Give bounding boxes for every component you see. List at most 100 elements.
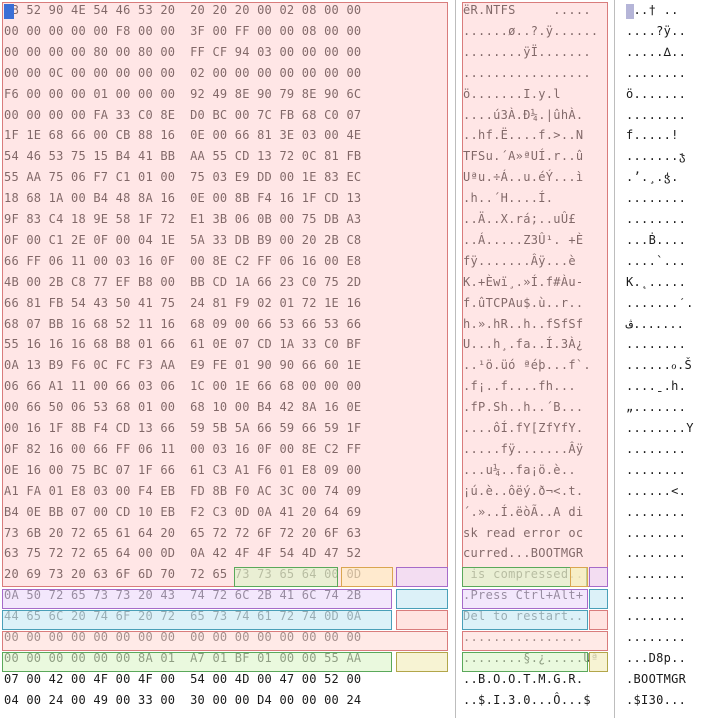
hex-row[interactable]: 55 16 16 16 68 B8 01 66 61 0E 07 CD 1A 3… xyxy=(0,334,452,355)
ascii-row[interactable]: ..¹ö.üó ªéþ...f`. xyxy=(458,355,610,376)
hex-row[interactable]: 00 00 00 00 00 00 00 00 00 00 00 00 00 0… xyxy=(0,627,452,648)
ascii-row[interactable]: .....fÿ.......Âÿ xyxy=(458,439,610,460)
alt-decode-row[interactable]: ...D8p.. xyxy=(618,648,723,669)
hex-row[interactable]: 55 AA 75 06 F7 C1 01 00 75 03 E9 DD 00 1… xyxy=(0,167,452,188)
hex-row[interactable]: 0F 00 C1 2E 0F 00 04 1E 5A 33 DB B9 00 2… xyxy=(0,230,452,251)
ascii-row[interactable]: ................. xyxy=(458,63,610,84)
alt-decode-row[interactable]: .BOOTMGR xyxy=(618,669,723,690)
ascii-row[interactable]: ..B.O.O.T.M.G.R. xyxy=(458,669,610,690)
hex-row[interactable]: 18 68 1A 00 B4 48 8A 16 0E 00 8B F4 16 1… xyxy=(0,188,452,209)
ascii-row[interactable]: ....ú3À.Ð¼.|ûhÀ. xyxy=(458,105,610,126)
ascii-row[interactable]: .f¡..f....fh... xyxy=(458,376,610,397)
ascii-row[interactable]: Uªu.÷Á..u.éÝ...ì xyxy=(458,167,610,188)
ascii-row[interactable]: ...u¼..fa¡ö.è.. xyxy=(458,460,610,481)
ascii-row[interactable]: ..$.I.3.0...Ô...$ xyxy=(458,690,610,711)
ascii-row[interactable]: fÿ.......Âÿ...è xyxy=(458,251,610,272)
alt-decode-row[interactable]: ........ xyxy=(618,543,723,564)
ascii-row[interactable]: h.».hR..h..fSfSf xyxy=(458,314,610,335)
alt-decode-row[interactable]: .$I30... xyxy=(618,690,723,711)
hex-row[interactable]: 63 75 72 72 65 64 00 0D 0A 42 4F 4F 54 4… xyxy=(0,543,452,564)
ascii-row[interactable]: f.ûTCPAu$.ù..r.. xyxy=(458,293,610,314)
alt-decode-row[interactable]: ........ xyxy=(618,63,723,84)
hex-row[interactable]: 54 46 53 75 15 B4 41 BB AA 55 CD 13 72 0… xyxy=(0,146,452,167)
alt-decode-row[interactable]: ........ xyxy=(618,564,723,585)
ascii-row[interactable]: ´.»..Í.ëòÃ..A di xyxy=(458,502,610,523)
alt-decode-row[interactable]: ......<. xyxy=(618,481,723,502)
ascii-row[interactable]: .fP.Sh..h..´B... xyxy=(458,397,610,418)
alt-decode-row[interactable]: .....∆.. xyxy=(618,42,723,63)
ascii-row[interactable]: ö.......I.y.l xyxy=(458,84,610,105)
alt-decode-row[interactable]: .ʼ.¸.ჭ. xyxy=(618,167,723,188)
hex-row[interactable]: 0E 16 00 75 BC 07 1F 66 61 C3 A1 F6 01 E… xyxy=(0,460,452,481)
ascii-row[interactable]: ................ xyxy=(458,627,610,648)
hex-row[interactable]: 66 81 FB 54 43 50 41 75 24 81 F9 02 01 7… xyxy=(0,293,452,314)
hex-row[interactable]: EB 52 90 4E 54 46 53 20 20 20 20 00 02 0… xyxy=(0,0,452,21)
alt-decode-row[interactable]: ....?ÿ.. xyxy=(618,21,723,42)
ascii-row[interactable]: is compressed.. xyxy=(458,564,610,585)
ascii-row[interactable]: .Press Ctrl+Alt+ xyxy=(458,585,610,606)
alt-decode-row[interactable]: ...Ḃ.... xyxy=(618,230,723,251)
hex-row[interactable]: 00 00 00 00 00 F8 00 00 3F 00 FF 00 00 0… xyxy=(0,21,452,42)
hex-row[interactable]: F6 00 00 00 01 00 00 00 92 49 8E 90 79 8… xyxy=(0,84,452,105)
ascii-row[interactable]: U...h¸.fa..Í.3À¿ xyxy=(458,334,610,355)
hex-row[interactable]: 04 00 24 00 49 00 33 00 30 00 00 D4 00 0… xyxy=(0,690,452,711)
hex-row[interactable]: A1 FA 01 E8 03 00 F4 EB FD 8B F0 AC 3C 0… xyxy=(0,481,452,502)
alt-decode-row[interactable]: ........ xyxy=(618,439,723,460)
alt-decode-row[interactable]: f.....! xyxy=(618,125,723,146)
hex-row[interactable]: 0F 82 16 00 66 FF 06 11 00 03 16 0F 00 8… xyxy=(0,439,452,460)
hex-row[interactable]: 73 6B 20 72 65 61 64 20 65 72 72 6F 72 2… xyxy=(0,523,452,544)
hex-row[interactable]: 00 66 50 06 53 68 01 00 68 10 00 B4 42 8… xyxy=(0,397,452,418)
ascii-row[interactable]: TFSu.´A»ªUÍ.r..û xyxy=(458,146,610,167)
hex-row[interactable]: 00 00 00 00 00 00 8A 01 A7 01 BF 01 00 0… xyxy=(0,648,452,669)
hex-row[interactable]: 68 07 BB 16 68 52 11 16 68 09 00 66 53 6… xyxy=(0,314,452,335)
alt-decode-row[interactable]: ........ xyxy=(618,105,723,126)
alt-decode-row[interactable]: ........ xyxy=(618,606,723,627)
hex-row[interactable]: 07 00 42 00 4F 00 4F 00 54 00 4D 00 47 0… xyxy=(0,669,452,690)
alt-decode-row[interactable]: ....ˍ.h. xyxy=(618,376,723,397)
hex-row[interactable]: 0A 13 B9 F6 0C FC F3 AA E9 FE 01 90 90 6… xyxy=(0,355,452,376)
alt-decode-row[interactable]: „....... xyxy=(618,397,723,418)
alt-decode-row[interactable]: ........ xyxy=(618,209,723,230)
alt-decode-row[interactable]: ........ xyxy=(618,502,723,523)
alt-decode-row[interactable]: ........ xyxy=(618,523,723,544)
hex-row[interactable]: 06 66 A1 11 00 66 03 06 1C 00 1E 66 68 0… xyxy=(0,376,452,397)
hex-row[interactable]: 66 FF 06 11 00 03 16 0F 00 8E C2 FF 06 1… xyxy=(0,251,452,272)
alt-decode-row[interactable]: ....`... xyxy=(618,251,723,272)
ascii-row[interactable]: ....ôÍ.fY[ZfYfY. xyxy=(458,418,610,439)
alt-decode-row[interactable]: ........ xyxy=(618,460,723,481)
ascii-row[interactable]: ......ø..?.ÿ...... xyxy=(458,21,610,42)
alt-decode-row[interactable]: ......ℴ.Š xyxy=(618,355,723,376)
ascii-row[interactable]: ¡ú.è..ôëý.ð¬<.t. xyxy=(458,481,610,502)
alt-decode-row[interactable]: ........ xyxy=(618,334,723,355)
hex-row[interactable]: 1F 1E 68 66 00 CB 88 16 0E 00 66 81 3E 0… xyxy=(0,125,452,146)
alt-decode-row[interactable]: ........ xyxy=(618,585,723,606)
alt-decode-row[interactable]: ö....... xyxy=(618,84,723,105)
ascii-row[interactable]: Del to restart.. xyxy=(458,606,610,627)
ascii-row[interactable]: K.+Èwï¸.»Í.f#Àu- xyxy=(458,272,610,293)
ascii-row[interactable]: ........§.¿.....Uª xyxy=(458,648,610,669)
alt-decode-row[interactable]: ........Y xyxy=(618,418,723,439)
alt-decode-row[interactable]: ........ xyxy=(618,627,723,648)
hex-row[interactable]: 00 16 1F 8B F4 CD 13 66 59 5B 5A 66 59 6… xyxy=(0,418,452,439)
alt-decode-row[interactable]: ڤ....... xyxy=(618,314,723,335)
hex-row[interactable]: 00 00 0C 00 00 00 00 00 02 00 00 00 00 0… xyxy=(0,63,452,84)
ascii-row[interactable]: .h..´H....Í. xyxy=(458,188,610,209)
hex-row[interactable]: 4B 00 2B C8 77 EF B8 00 BB CD 1A 66 23 C… xyxy=(0,272,452,293)
alt-decode-row[interactable]: ........ xyxy=(618,188,723,209)
hex-row[interactable]: 00 00 00 00 FA 33 C0 8E D0 BC 00 7C FB 6… xyxy=(0,105,452,126)
ascii-row[interactable]: ..Á.....Z3Û¹. +È xyxy=(458,230,610,251)
ascii-row[interactable]: ........ÿÏ....... xyxy=(458,42,610,63)
alt-decode-row[interactable]: .......ჯ xyxy=(618,146,723,167)
alt-decode-row[interactable]: K.˛..... xyxy=(618,272,723,293)
hex-row[interactable]: 9F 83 C4 18 9E 58 1F 72 E1 3B 06 0B 00 7… xyxy=(0,209,452,230)
alt-decode-row[interactable]: .......ˊ. xyxy=(618,293,723,314)
hex-row[interactable]: 44 65 6C 20 74 6F 20 72 65 73 74 61 72 7… xyxy=(0,606,452,627)
ascii-row[interactable]: ..Ä..X.rá;..uÛ£ xyxy=(458,209,610,230)
hex-row[interactable]: 20 69 73 20 63 6F 6D 70 72 65 73 73 65 6… xyxy=(0,564,452,585)
hex-row[interactable]: B4 0E BB 07 00 CD 10 EB F2 C3 0D 0A 41 2… xyxy=(0,502,452,523)
ascii-row[interactable]: ëR.NTFS ..... xyxy=(458,0,610,21)
ascii-row[interactable]: sk read error oc xyxy=(458,523,610,544)
hex-row[interactable]: 0A 50 72 65 73 73 20 43 74 72 6C 2B 41 6… xyxy=(0,585,452,606)
hex-row[interactable]: 00 00 00 00 80 00 80 00 FF CF 94 03 00 0… xyxy=(0,42,452,63)
ascii-row[interactable]: ..hf.Ë....f.>..N xyxy=(458,125,610,146)
